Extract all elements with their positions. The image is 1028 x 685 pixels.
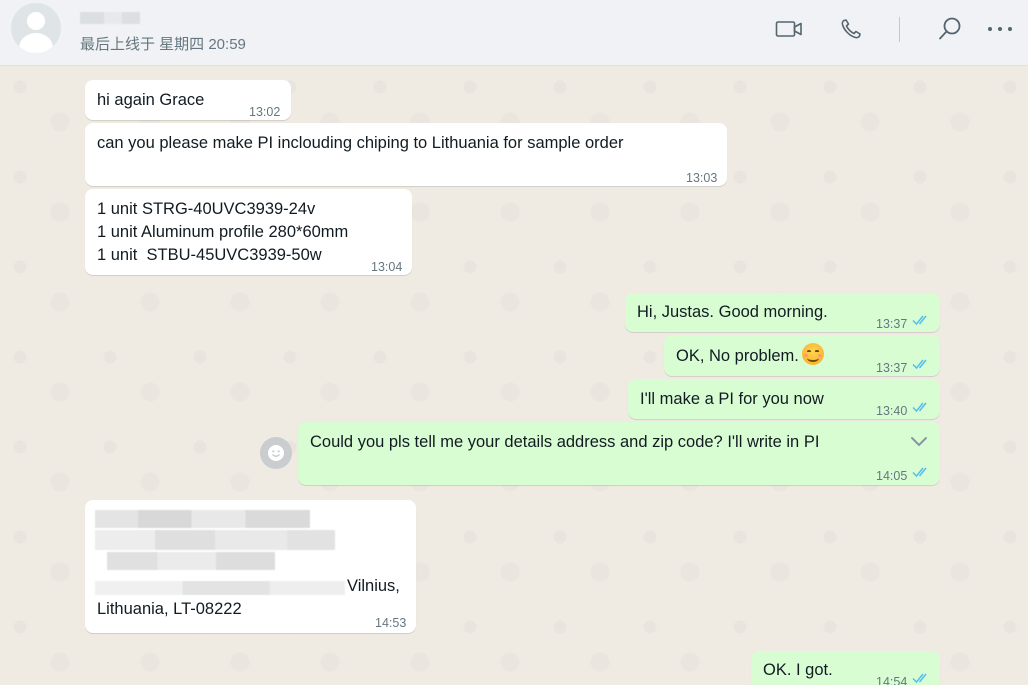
redacted-content bbox=[95, 530, 335, 550]
message-time: 13:37 bbox=[876, 361, 908, 375]
message-time: 13:04 bbox=[371, 260, 403, 274]
message-time: 13:02 bbox=[249, 105, 281, 119]
message-line: 1 unit STRG-40UVC3939-24v bbox=[97, 200, 316, 218]
emoji-reaction-button[interactable] bbox=[260, 437, 292, 469]
redacted-content bbox=[107, 552, 275, 570]
message-text: I'll make a PI for you now bbox=[640, 390, 824, 408]
read-receipt-icon bbox=[912, 315, 927, 326]
incoming-message[interactable]: can you please make PI inclouding chipin… bbox=[85, 123, 727, 186]
message-text-content: OK, No problem. bbox=[676, 347, 799, 365]
message-line: Lithuania, LT-08222 bbox=[97, 600, 242, 618]
video-call-icon[interactable] bbox=[774, 14, 804, 44]
redacted-content bbox=[95, 581, 345, 595]
outgoing-message[interactable]: OK. I got. 14:54 bbox=[751, 651, 940, 685]
read-receipt-icon bbox=[912, 359, 927, 370]
message-time: 14:54 bbox=[876, 675, 908, 685]
read-receipt-icon bbox=[912, 402, 927, 413]
more-menu-icon[interactable] bbox=[985, 14, 1015, 44]
outgoing-message[interactable]: OK, No problem. 13:37 bbox=[664, 335, 940, 376]
outgoing-message[interactable]: Hi, Justas. Good morning. 13:37 bbox=[625, 293, 940, 332]
message-text: hi again Grace bbox=[97, 91, 205, 109]
incoming-message[interactable]: Vilnius, Lithuania, LT-08222 14:53 bbox=[85, 500, 416, 633]
header-divider bbox=[899, 17, 900, 42]
search-icon[interactable] bbox=[935, 14, 965, 44]
avatar-head-shape bbox=[27, 12, 45, 30]
incoming-message[interactable]: 1 unit STRG-40UVC3939-24v 1 unit Aluminu… bbox=[85, 189, 412, 275]
contact-name-redacted[interactable] bbox=[80, 12, 140, 24]
chat-messages-area[interactable]: hi again Grace 13:02 can you please make… bbox=[0, 67, 1028, 685]
chat-header: 最后上线于 星期四 20:59 bbox=[0, 0, 1028, 66]
read-receipt-icon bbox=[912, 673, 927, 684]
outgoing-message[interactable]: Could you pls tell me your details addre… bbox=[298, 422, 940, 485]
message-text: Hi, Justas. Good morning. bbox=[637, 303, 828, 321]
message-text: OK, No problem. bbox=[676, 343, 824, 368]
chevron-down-icon[interactable] bbox=[910, 436, 928, 448]
contact-avatar[interactable] bbox=[11, 3, 61, 53]
message-time: 13:40 bbox=[876, 404, 908, 418]
message-time: 13:03 bbox=[686, 171, 718, 185]
voice-call-icon[interactable] bbox=[836, 14, 866, 44]
redacted-content bbox=[95, 510, 310, 528]
smiling-face-emoji-icon bbox=[801, 343, 824, 365]
message-line: Vilnius, bbox=[347, 577, 400, 595]
message-text: can you please make PI inclouding chipin… bbox=[97, 134, 624, 152]
outgoing-message[interactable]: I'll make a PI for you now 13:40 bbox=[628, 379, 940, 419]
message-time: 13:37 bbox=[876, 317, 908, 331]
avatar-body-shape bbox=[19, 33, 53, 53]
smiley-icon bbox=[268, 445, 284, 461]
incoming-message[interactable]: hi again Grace 13:02 bbox=[85, 80, 291, 120]
last-seen-status: 最后上线于 星期四 20:59 bbox=[80, 36, 246, 53]
message-text: Could you pls tell me your details addre… bbox=[310, 433, 820, 451]
message-text: OK. I got. bbox=[763, 661, 833, 679]
message-time: 14:53 bbox=[375, 616, 407, 630]
message-time: 14:05 bbox=[876, 469, 908, 483]
message-line: 1 unit Aluminum profile 280*60mm bbox=[97, 223, 349, 241]
read-receipt-icon bbox=[912, 467, 927, 478]
message-line: 1 unit STBU-45UVC3939-50w bbox=[97, 246, 322, 264]
